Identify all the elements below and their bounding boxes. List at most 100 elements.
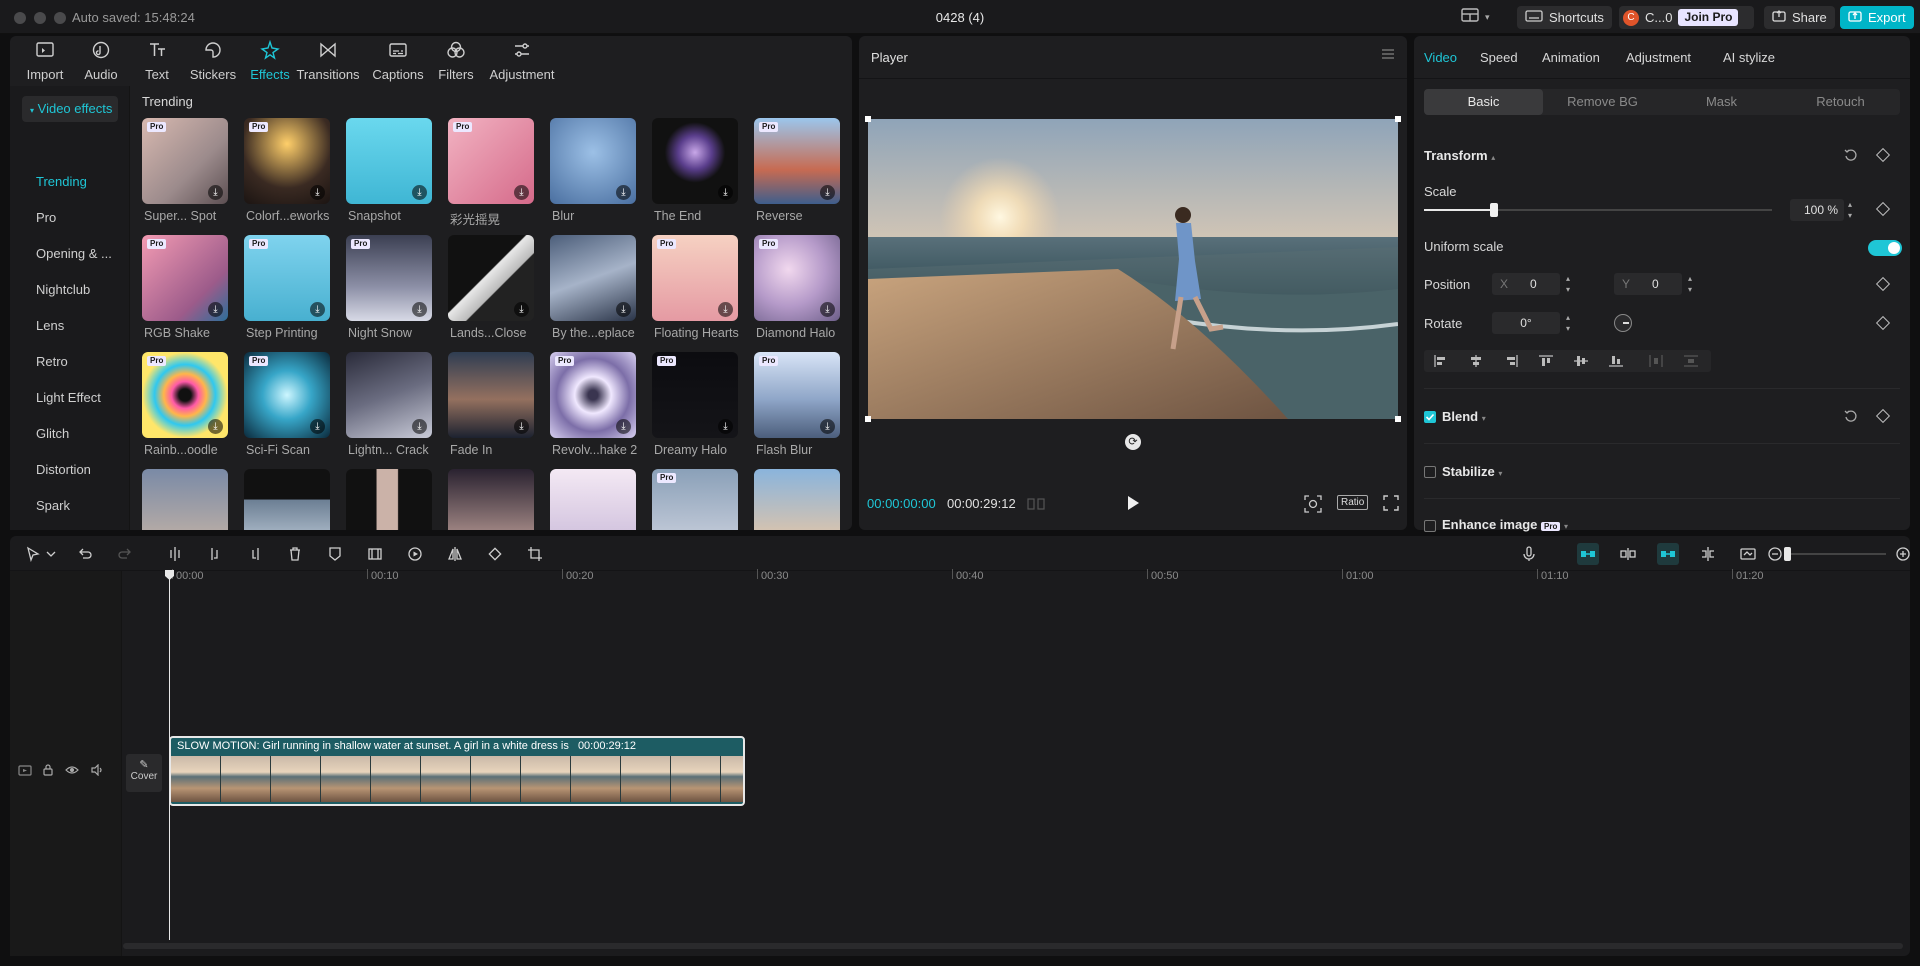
effect-tile[interactable]: Pro ⤓ xyxy=(346,235,432,321)
download-icon[interactable]: ⤓ xyxy=(514,419,529,434)
effect-tile[interactable]: ⤓ xyxy=(550,118,636,204)
download-icon[interactable]: ⤓ xyxy=(412,419,427,434)
download-icon[interactable]: ⤓ xyxy=(820,302,835,317)
keyframe-rotate-icon[interactable] xyxy=(1875,315,1891,331)
download-icon[interactable]: ⤓ xyxy=(412,185,427,200)
video-effects-header[interactable]: ▾ Video effects xyxy=(22,96,118,122)
layout-menu-button[interactable]: ▾ xyxy=(1453,6,1498,29)
timeline-ruler[interactable]: 00:00 00:10 00:20 00:30 00:40 00:50 01:00 01:10… xyxy=(10,536,1910,596)
tab-video[interactable]: Video xyxy=(1424,50,1457,65)
tool-stickers[interactable]: Stickers xyxy=(185,39,241,83)
track-video-icon[interactable] xyxy=(18,764,32,779)
category-item[interactable]: Light Effect xyxy=(36,390,101,405)
account-button[interactable]: C C...0 Join Pro xyxy=(1619,6,1754,29)
stabilize-title[interactable]: Stabilize ▾ xyxy=(1442,464,1502,479)
effect-tile[interactable]: Pro ⤓ xyxy=(652,352,738,438)
category-item[interactable]: Nightclub xyxy=(36,282,90,297)
download-icon[interactable]: ⤓ xyxy=(616,419,631,434)
download-icon[interactable]: ⤓ xyxy=(310,302,325,317)
download-icon[interactable]: ⤓ xyxy=(208,302,223,317)
tab-ai-stylize[interactable]: AI stylize xyxy=(1723,50,1775,65)
tool-effects[interactable]: Effects xyxy=(242,39,298,83)
keyframe-position-icon[interactable] xyxy=(1875,276,1891,292)
keyframe-blend-icon[interactable] xyxy=(1875,408,1891,424)
download-icon[interactable]: ⤓ xyxy=(514,185,529,200)
blend-title[interactable]: Blend ▾ xyxy=(1442,409,1486,424)
rotate-input[interactable]: 0° xyxy=(1492,312,1560,334)
effect-tile[interactable] xyxy=(244,469,330,530)
effect-tile[interactable]: Pro ⤓ xyxy=(754,118,840,204)
effect-tile[interactable]: Pro ⤓ xyxy=(142,235,228,321)
video-preview[interactable] xyxy=(868,119,1398,419)
segment-retouch[interactable]: Retouch xyxy=(1781,89,1900,115)
window-minimize-button[interactable] xyxy=(34,12,46,24)
scale-slider-thumb[interactable] xyxy=(1489,203,1498,217)
reset-blend-icon[interactable] xyxy=(1844,409,1858,426)
keyframe-transform-icon[interactable] xyxy=(1875,147,1891,163)
download-icon[interactable]: ⤓ xyxy=(718,419,733,434)
tool-import[interactable]: Import xyxy=(17,39,73,83)
download-icon[interactable]: ⤓ xyxy=(820,419,835,434)
align-top-icon[interactable] xyxy=(1539,355,1553,370)
tab-adjustment[interactable]: Adjustment xyxy=(1626,50,1691,65)
keyframe-scale-icon[interactable] xyxy=(1875,201,1891,217)
y-stepper-icon[interactable]: ▴ ▾ xyxy=(1688,273,1692,295)
effect-tile[interactable]: Pro ⤓ xyxy=(754,352,840,438)
position-y-input[interactable]: Y 0 xyxy=(1614,273,1682,295)
segment-basic[interactable]: Basic xyxy=(1424,89,1543,115)
video-clip[interactable]: SLOW MOTION: Girl running in shallow wat… xyxy=(169,736,745,806)
segment-remove-bg[interactable]: Remove BG xyxy=(1543,89,1662,115)
effect-tile[interactable] xyxy=(142,469,228,530)
transform-section-title[interactable]: Transform ▴ xyxy=(1424,148,1495,163)
download-icon[interactable]: ⤓ xyxy=(208,419,223,434)
crop-handle-bottom-left[interactable] xyxy=(865,416,871,422)
stabilize-checkbox[interactable] xyxy=(1424,466,1436,478)
effect-tile[interactable] xyxy=(550,469,636,530)
rotate-stepper-icon[interactable]: ▴ ▾ xyxy=(1566,312,1570,334)
position-x-input[interactable]: X 0 xyxy=(1492,273,1560,295)
tool-audio[interactable]: Audio xyxy=(73,39,129,83)
fullscreen-icon[interactable] xyxy=(1383,495,1399,514)
category-item[interactable]: Spark xyxy=(36,498,70,513)
category-item[interactable]: Trending xyxy=(36,174,87,189)
scale-stepper-icon[interactable]: ▴ ▾ xyxy=(1848,199,1852,221)
track-visibility-icon[interactable] xyxy=(65,764,79,779)
window-maximize-button[interactable] xyxy=(54,12,66,24)
effect-tile[interactable]: Pro ⤓ xyxy=(652,235,738,321)
category-item[interactable]: Lens xyxy=(36,318,64,333)
effect-tile[interactable]: Pro ⤓ xyxy=(754,235,840,321)
download-icon[interactable]: ⤓ xyxy=(718,185,733,200)
distribute-v-icon[interactable] xyxy=(1684,355,1698,370)
download-icon[interactable]: ⤓ xyxy=(820,185,835,200)
enhance-title[interactable]: Enhance image Pro ▾ xyxy=(1442,517,1568,532)
tool-adjustment[interactable]: Adjustment xyxy=(486,39,558,83)
scale-value-input[interactable]: 100 % xyxy=(1790,199,1844,221)
rotate-dial[interactable] xyxy=(1614,314,1632,332)
ratio-button[interactable]: Ratio xyxy=(1337,495,1369,510)
x-stepper-icon[interactable]: ▴ ▾ xyxy=(1566,273,1570,295)
effect-tile[interactable]: ⤓ xyxy=(346,118,432,204)
effect-tile[interactable]: Pro ⤓ xyxy=(550,352,636,438)
download-icon[interactable]: ⤓ xyxy=(310,185,325,200)
window-close-button[interactable] xyxy=(14,12,26,24)
category-item[interactable]: Distortion xyxy=(36,462,91,477)
track-lock-icon[interactable] xyxy=(42,764,54,779)
effect-tile[interactable]: ⤓ xyxy=(652,118,738,204)
tab-animation[interactable]: Animation xyxy=(1542,50,1600,65)
segment-mask[interactable]: Mask xyxy=(1662,89,1781,115)
effect-tile[interactable]: Pro ⤓ xyxy=(448,118,534,204)
crop-handle-bottom-right[interactable] xyxy=(1395,416,1401,422)
category-item[interactable]: Retro xyxy=(36,354,68,369)
category-item[interactable]: Glitch xyxy=(36,426,69,441)
tool-transitions[interactable]: Transitions xyxy=(296,39,360,83)
player-menu-icon[interactable] xyxy=(1381,48,1395,63)
fullscreen-zoom-icon[interactable] xyxy=(1304,495,1322,516)
download-icon[interactable]: ⤓ xyxy=(514,302,529,317)
category-item[interactable]: Pro xyxy=(36,210,56,225)
align-bottom-icon[interactable] xyxy=(1609,355,1623,370)
crop-handle-top-right[interactable] xyxy=(1395,116,1401,122)
enhance-checkbox[interactable] xyxy=(1424,520,1436,532)
join-pro-button[interactable]: Join Pro xyxy=(1678,9,1739,26)
shortcuts-button[interactable]: Shortcuts xyxy=(1517,6,1612,29)
effect-tile[interactable]: Pro ⤓ xyxy=(142,118,228,204)
